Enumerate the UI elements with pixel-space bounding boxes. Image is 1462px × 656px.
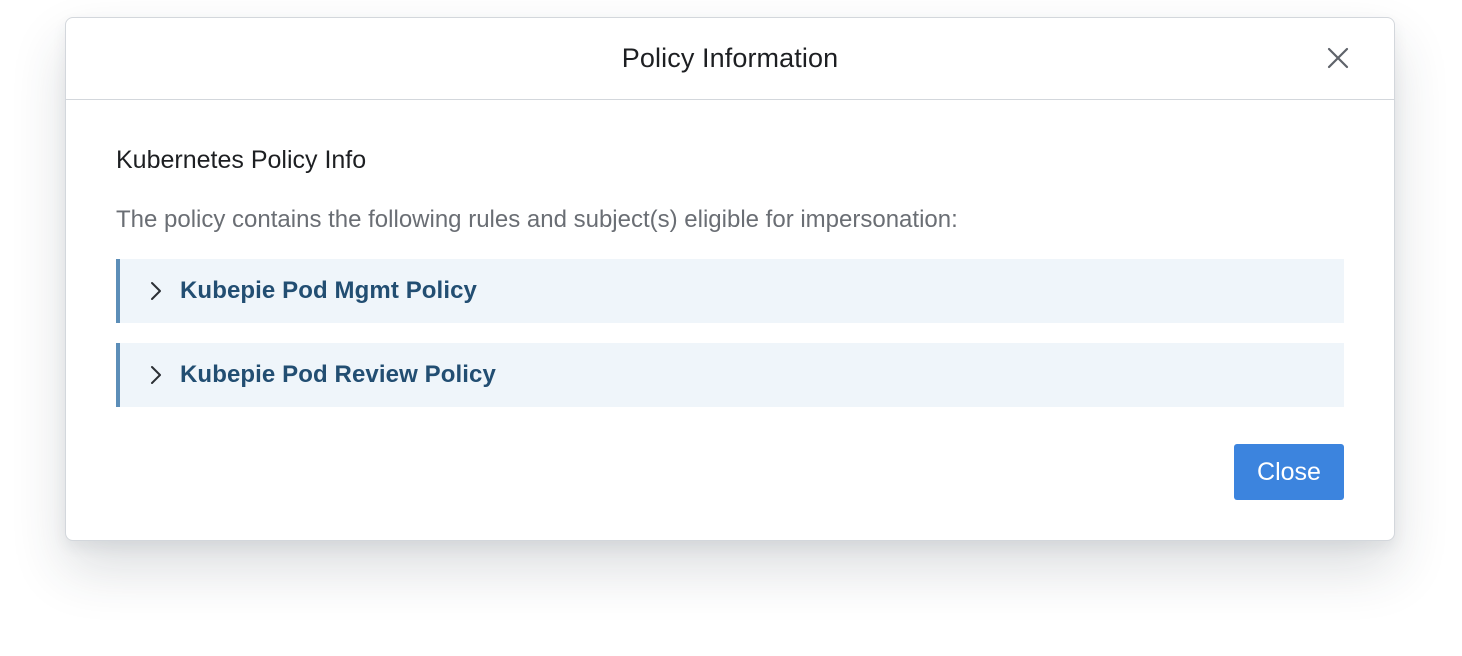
policy-list: Kubepie Pod Mgmt Policy Kubepie Pod Revi… bbox=[116, 259, 1344, 407]
modal-footer: Close bbox=[1234, 444, 1344, 500]
policy-item-kubepie-pod-review[interactable]: Kubepie Pod Review Policy bbox=[116, 343, 1344, 407]
policy-item-kubepie-pod-mgmt[interactable]: Kubepie Pod Mgmt Policy bbox=[116, 259, 1344, 323]
chevron-right-icon bbox=[146, 279, 166, 303]
policy-item-label: Kubepie Pod Review Policy bbox=[180, 361, 496, 388]
modal-body: Kubernetes Policy Info The policy contai… bbox=[66, 145, 1394, 407]
modal-title: Policy Information bbox=[621, 43, 839, 73]
policy-item-label: Kubepie Pod Mgmt Policy bbox=[180, 277, 477, 304]
modal-header: Policy Information bbox=[66, 18, 1394, 100]
policy-description: The policy contains the following rules … bbox=[116, 206, 958, 233]
section-title: Kubernetes Policy Info bbox=[116, 146, 367, 174]
close-icon[interactable] bbox=[1324, 44, 1352, 72]
policy-information-modal: Policy Information Kubernetes Policy Inf… bbox=[65, 17, 1395, 541]
close-button[interactable]: Close bbox=[1234, 444, 1344, 500]
chevron-right-icon bbox=[146, 363, 166, 387]
